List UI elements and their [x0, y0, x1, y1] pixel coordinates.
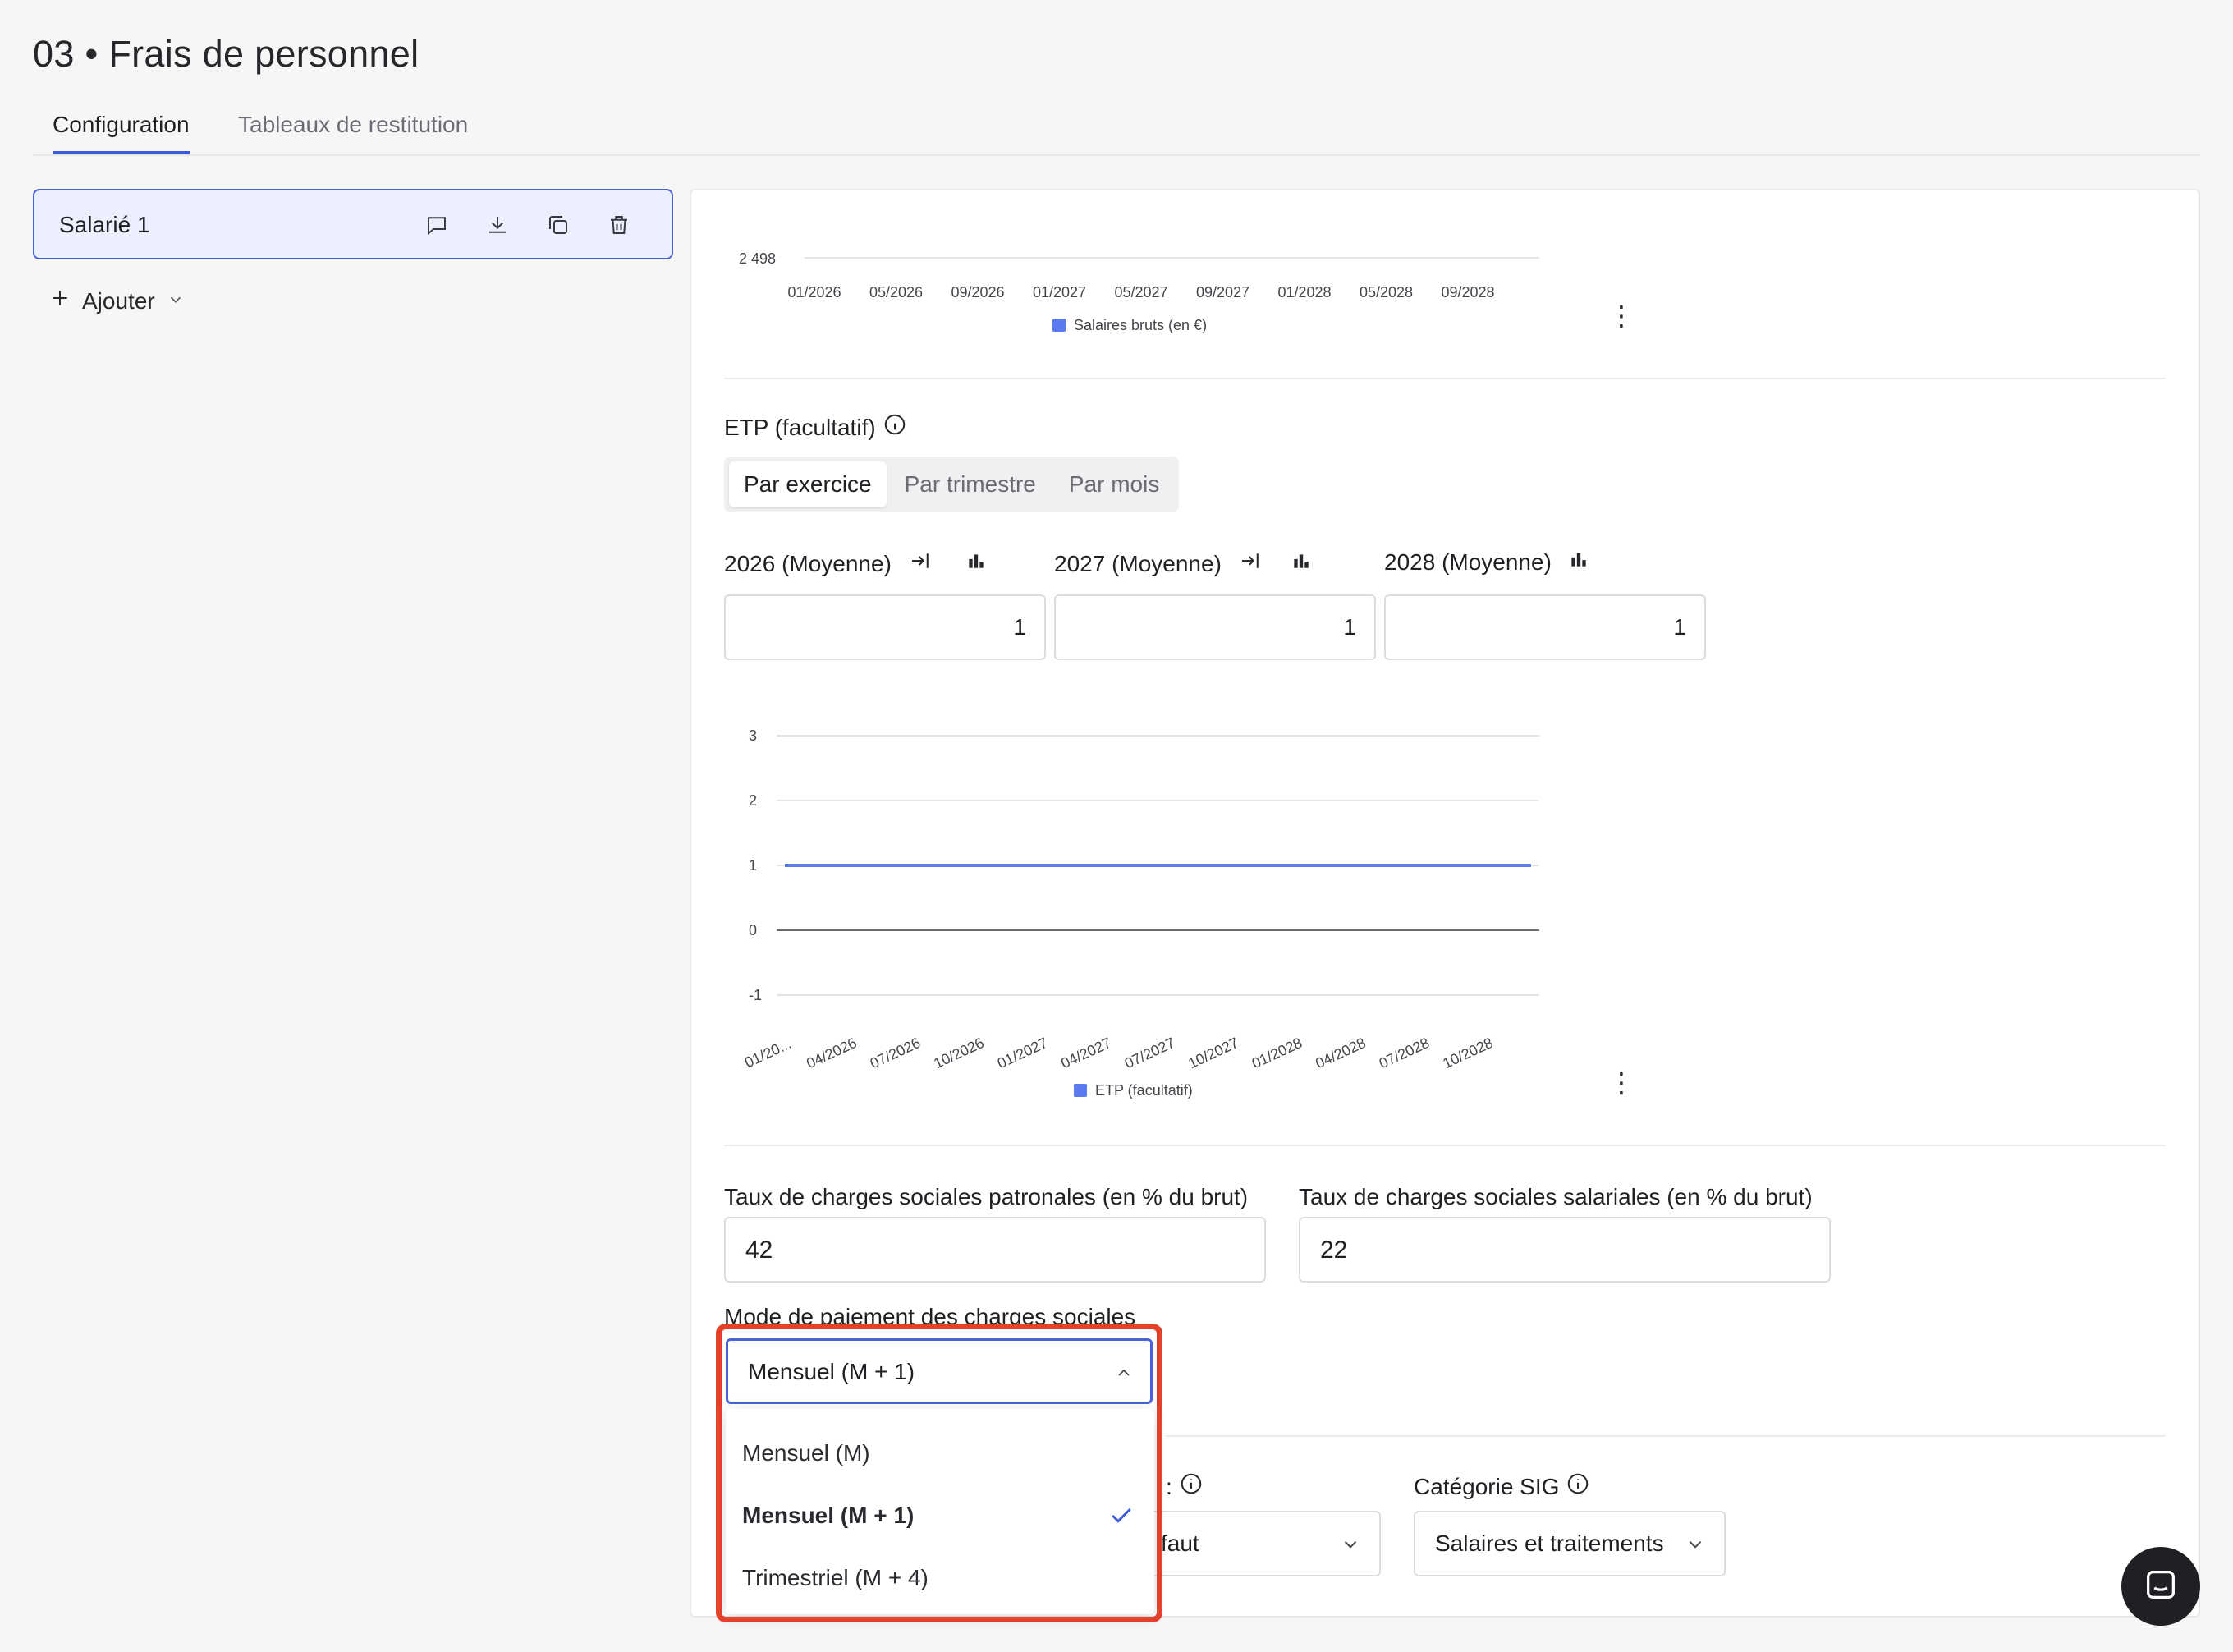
chevron-down-icon	[1340, 1534, 1361, 1561]
legend-label: ETP (facultatif)	[1095, 1082, 1193, 1099]
divider	[724, 1145, 2166, 1146]
tab-tableaux-de-restitution[interactable]: Tableaux de restitution	[238, 112, 468, 154]
year-2027-label-row: 2027 (Moyenne)	[1054, 548, 1312, 579]
segment-par-exercice[interactable]: Par exercice	[729, 461, 887, 507]
duplicate-icon[interactable]	[542, 209, 575, 241]
etp-label: ETP (facultatif)	[724, 414, 876, 440]
info-icon[interactable]	[883, 412, 907, 443]
chart-menu-kebab-icon[interactable]: ⋮	[1607, 302, 1635, 330]
y-tick-label: -1	[749, 987, 762, 1003]
y-tick-label: 3	[749, 727, 757, 744]
x-tick-label: 10/2027	[1185, 1035, 1240, 1072]
charges-salariales-label: Taux de charges sociales salariales (en …	[1299, 1184, 1813, 1209]
etp-2028-input[interactable]: 1	[1384, 594, 1706, 660]
highlight-box	[716, 1324, 1162, 1622]
sidebar-item-label: Salarié 1	[59, 212, 150, 237]
x-tick-label: 10/2026	[931, 1035, 986, 1072]
bar-chart-icon[interactable]	[965, 550, 987, 577]
page-title: 03 • Frais de personnel	[33, 33, 420, 75]
hidden-select-value: faut	[1161, 1530, 1199, 1556]
chat-icon	[2142, 1566, 2180, 1608]
tab-configuration[interactable]: Configuration	[53, 112, 190, 154]
charges-patronales-input[interactable]: 42	[724, 1217, 1266, 1283]
x-tick-label: 09/2028	[1441, 284, 1494, 301]
divider	[1166, 1435, 2166, 1437]
year-label: 2026 (Moyenne)	[724, 550, 892, 576]
chat-launcher-button[interactable]	[2121, 1547, 2200, 1626]
plus-icon	[49, 287, 71, 314]
x-tick-label: 04/2027	[1058, 1035, 1113, 1072]
etp-chart: 3210-1 01/20... 04/2026 07/2026 10/2026 01/2…	[742, 727, 1539, 1099]
sidebar-item-salarie[interactable]: Salarié 1	[33, 189, 673, 259]
x-tick-label: 05/2026	[869, 284, 923, 301]
x-tick-label: 09/2026	[951, 284, 1004, 301]
year-2028-label-row: 2028 (Moyenne)	[1384, 548, 1589, 576]
info-icon[interactable]	[1179, 1471, 1204, 1502]
charges-patronales-label: Taux de charges sociales patronales (en …	[724, 1184, 1249, 1209]
apply-forward-icon[interactable]	[1238, 548, 1263, 579]
bar-chart-icon[interactable]	[1291, 550, 1312, 577]
sig-label-row: Catégorie SIG	[1414, 1471, 1590, 1502]
legend-swatch	[1074, 1084, 1087, 1097]
year-label: 2028 (Moyenne)	[1384, 548, 1552, 575]
x-tick-label: 01/2027	[1033, 284, 1086, 301]
period-segmented-control: Par exercice Par trimestre Par mois	[724, 457, 1180, 512]
sig-select[interactable]: Salaires et traitements	[1414, 1511, 1726, 1576]
x-tick-label: 04/2028	[1313, 1035, 1368, 1072]
download-icon[interactable]	[481, 209, 514, 241]
y-tick-label: 2 498	[739, 250, 776, 267]
x-tick-label: 05/2027	[1114, 284, 1167, 301]
segment-par-trimestre[interactable]: Par trimestre	[890, 461, 1051, 507]
x-tick-label: 01/2028	[1277, 284, 1331, 301]
x-tick-label: 05/2028	[1360, 284, 1413, 301]
x-tick-label: 01/20...	[742, 1035, 794, 1072]
x-tick-label: 07/2027	[1122, 1035, 1177, 1072]
x-tick-label: 04/2026	[804, 1035, 859, 1072]
chart-menu-kebab-icon[interactable]: ⋮	[1607, 1069, 1635, 1097]
y-tick-label: 0	[749, 922, 757, 938]
comment-icon[interactable]	[420, 209, 453, 241]
salary-chart: 2 498 01/2026 05/2026 09/2026 01/2027 05/202…	[739, 250, 1539, 333]
add-button[interactable]: Ajouter	[49, 287, 185, 314]
x-tick-label: 10/2028	[1440, 1035, 1495, 1072]
legend-swatch	[1052, 319, 1066, 332]
colon-fragment: :	[1166, 1473, 1172, 1499]
tab-bar: Configuration Tableaux de restitution	[33, 107, 2200, 156]
y-tick-label: 2	[749, 792, 757, 809]
x-tick-label: 01/2028	[1249, 1035, 1304, 1072]
x-tick-label: 01/2026	[787, 284, 841, 301]
sig-select-value: Salaires et traitements	[1435, 1530, 1664, 1556]
etp-2026-input[interactable]: 1	[724, 594, 1046, 660]
apply-forward-icon[interactable]	[908, 548, 933, 579]
divider	[724, 378, 2166, 379]
etp-label-row: ETP (facultatif)	[724, 412, 907, 443]
x-tick-label: 07/2026	[868, 1035, 923, 1072]
sig-label: Catégorie SIG	[1414, 1473, 1560, 1499]
x-tick-label: 01/2027	[995, 1035, 1050, 1072]
legend-label: Salaires bruts (en €)	[1074, 317, 1207, 333]
x-tick-label: 09/2027	[1196, 284, 1249, 301]
charges-salariales-input[interactable]: 22	[1299, 1217, 1831, 1283]
hidden-field-label-row: :	[1166, 1471, 1204, 1502]
segment-par-mois[interactable]: Par mois	[1054, 461, 1174, 507]
trash-icon[interactable]	[603, 209, 635, 241]
etp-2027-input[interactable]: 1	[1054, 594, 1376, 660]
chevron-down-icon	[167, 288, 185, 314]
year-2026-label-row: 2026 (Moyenne)	[724, 548, 987, 579]
add-label: Ajouter	[82, 287, 155, 314]
year-label: 2027 (Moyenne)	[1054, 550, 1222, 576]
bar-chart-icon[interactable]	[1568, 548, 1589, 576]
x-tick-label: 07/2028	[1377, 1035, 1432, 1072]
info-icon[interactable]	[1566, 1471, 1590, 1502]
y-tick-label: 1	[749, 857, 757, 874]
chevron-down-icon	[1685, 1534, 1706, 1561]
